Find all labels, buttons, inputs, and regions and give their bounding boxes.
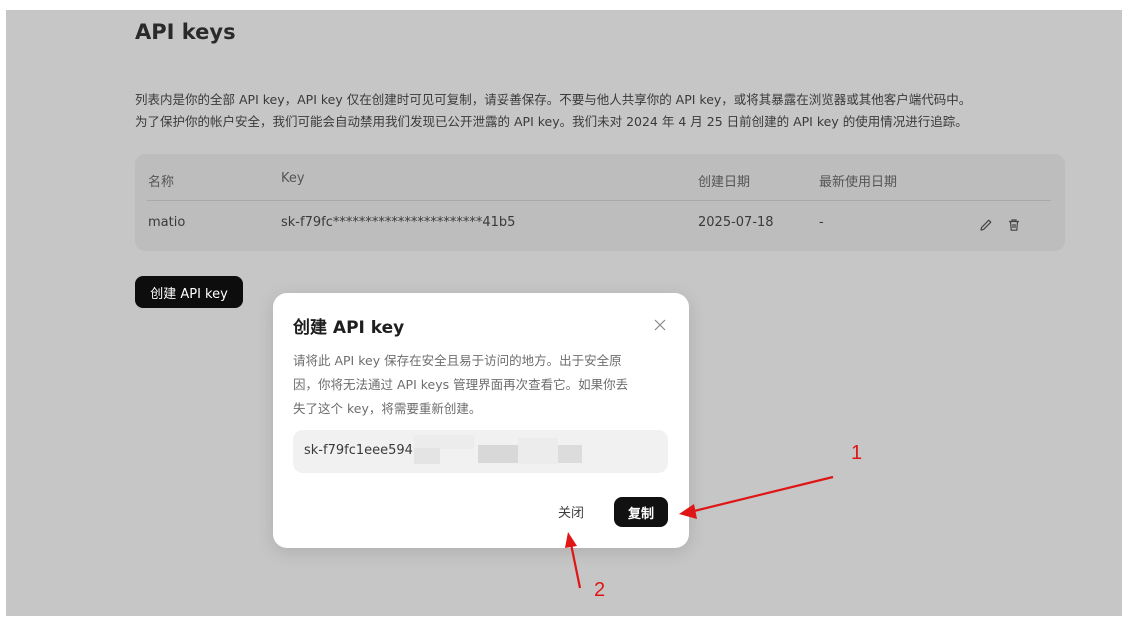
page-title: API keys — [135, 20, 236, 44]
redaction-block — [414, 448, 440, 464]
created-date-cell: 2025-07-18 — [698, 215, 774, 230]
description-line-2: 为了保护你的帐户安全，我们可能会自动禁用我们发现已公开泄露的 API key。我… — [135, 114, 968, 129]
dialog-message: 请将此 API key 保存在安全且易于访问的地方。出于安全原 因，你将无法通过… — [293, 349, 673, 421]
dialog-title: 创建 API key — [293, 318, 405, 338]
copy-button[interactable]: 复制 — [614, 497, 668, 527]
description-line-1: 列表内是你的全部 API key，API key 仅在创建时可见可复制，请妥善保… — [135, 92, 972, 107]
header-last-used-date: 最新使用日期 — [819, 175, 898, 190]
api-keys-table: 名称 Key 创建日期 最新使用日期 matio sk-f79fc*******… — [135, 154, 1065, 251]
dialog-message-line-2: 因，你将无法通过 API keys 管理界面再次查看它。如果你丢 — [293, 377, 629, 392]
header-name: 名称 — [148, 175, 175, 190]
header-key: Key — [281, 171, 305, 186]
trash-icon[interactable] — [1005, 216, 1023, 234]
dialog-message-line-3: 失了这个 key，将需要重新创建。 — [293, 401, 482, 416]
close-icon[interactable] — [653, 317, 667, 331]
header-created-date: 创建日期 — [698, 175, 751, 190]
redaction-block — [518, 438, 558, 464]
last-used-cell: - — [819, 215, 824, 230]
row-divider — [147, 200, 1051, 201]
key-name-cell: matio — [148, 215, 186, 230]
redaction-block — [558, 445, 582, 463]
close-button[interactable]: 关闭 — [558, 502, 584, 521]
edit-icon[interactable] — [977, 216, 995, 234]
redaction-block — [414, 435, 474, 449]
redaction-block — [478, 445, 518, 463]
page-description: 列表内是你的全部 API key，API key 仅在创建时可见可复制，请妥善保… — [135, 89, 1095, 133]
create-api-key-button[interactable]: 创建 API key — [135, 276, 243, 308]
annotation-label-1: 1 — [851, 442, 863, 464]
key-masked-cell: sk-f79fc***********************41b5 — [281, 215, 516, 230]
dialog-message-line-1: 请将此 API key 保存在安全且易于访问的地方。出于安全原 — [293, 353, 622, 368]
create-key-dialog: 创建 API key 请将此 API key 保存在安全且易于访问的地方。出于安… — [273, 293, 689, 548]
api-key-value: sk-f79fc1eee594 — [304, 443, 413, 458]
annotation-label-2: 2 — [594, 579, 606, 601]
api-key-value-field[interactable]: sk-f79fc1eee594 — [293, 430, 668, 473]
